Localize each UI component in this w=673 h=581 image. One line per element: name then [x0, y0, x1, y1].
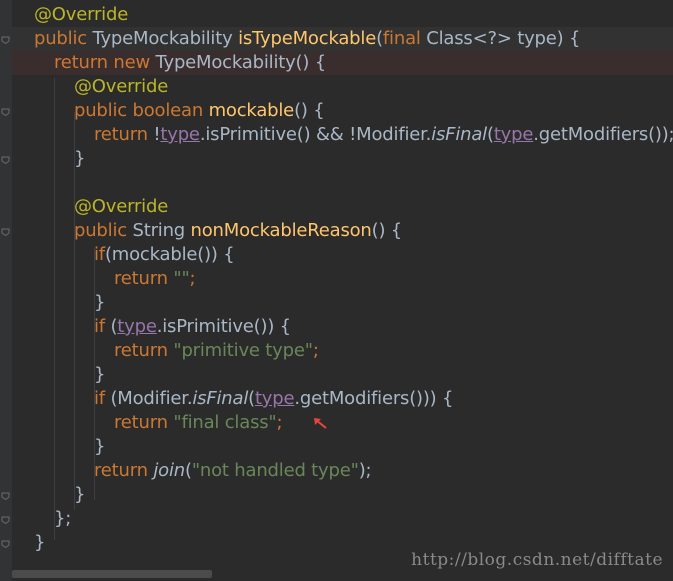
code-token: type	[117, 316, 157, 337]
code-token: (mockable()) {	[104, 244, 235, 265]
code-token: (	[376, 28, 383, 49]
code-line[interactable]: }	[12, 483, 673, 507]
code-token: return	[114, 340, 174, 361]
code-token: ""	[173, 268, 190, 289]
code-token: };	[54, 508, 72, 529]
code-token: (	[486, 124, 494, 145]
code-token: if	[94, 316, 111, 337]
code-token: join	[153, 460, 185, 481]
code-line[interactable]: public TypeMockability isTypeMockable(fi…	[12, 27, 673, 51]
fold-marker-icon[interactable]	[1, 539, 10, 548]
code-token: public boolean	[74, 100, 209, 121]
fold-marker-icon[interactable]	[1, 107, 10, 116]
code-token: }	[94, 292, 106, 313]
code-token: () {	[294, 100, 325, 121]
code-token: if	[94, 388, 111, 409]
code-token: nonMockableReason	[190, 220, 372, 241]
code-token: ;	[189, 268, 196, 289]
code-line[interactable]: };	[12, 507, 673, 531]
code-line[interactable]: @Override	[12, 75, 673, 99]
fold-marker-icon[interactable]	[1, 227, 10, 236]
code-token: isFinal	[192, 388, 249, 409]
code-token: type	[160, 124, 200, 145]
code-token: );	[358, 460, 372, 481]
code-token: .isPrimitive() && !Modifier.	[199, 124, 432, 145]
code-token: }	[94, 436, 106, 457]
code-token: return	[94, 460, 154, 481]
code-token: TypeMockability() {	[155, 52, 327, 73]
code-token: (	[184, 460, 192, 481]
code-token: ;	[312, 340, 319, 361]
indent-guide	[74, 112, 75, 510]
code-line[interactable]: }	[12, 147, 673, 171]
code-token: TypeMockability	[92, 28, 239, 49]
code-line[interactable]: return "";	[12, 267, 673, 291]
code-token: "not handled type"	[191, 460, 359, 481]
code-token: .getModifiers())) {	[294, 388, 454, 409]
code-token: (Modifier.	[110, 388, 193, 409]
code-line[interactable]: return new TypeMockability() {	[12, 51, 673, 75]
code-token: type	[493, 124, 534, 145]
code-line[interactable]: return "primitive type";	[12, 339, 673, 363]
code-token: }	[94, 364, 106, 385]
code-token: (	[248, 388, 255, 409]
horizontal-scrollbar[interactable]	[12, 570, 212, 578]
code-token: isTypeMockable	[238, 28, 377, 49]
code-token: public	[34, 28, 93, 49]
code-line[interactable]: }	[12, 363, 673, 387]
code-line[interactable]: return join("not handled type");	[12, 459, 673, 483]
code-line[interactable]: @Override	[12, 3, 673, 27]
code-line[interactable]: return "final class";	[12, 411, 673, 435]
indent-guide	[54, 78, 55, 540]
code-token: }	[74, 484, 86, 505]
code-editor[interactable]: @Override public TypeMockability isTypeMo…	[12, 0, 673, 581]
code-token: ;	[276, 412, 283, 433]
code-token: }	[34, 532, 46, 553]
code-token: if	[94, 244, 105, 265]
code-token: return	[114, 268, 174, 289]
code-token: .getModifiers());	[533, 124, 673, 145]
code-token: public	[74, 220, 133, 241]
code-token: String	[132, 220, 191, 241]
code-line[interactable]: @Override	[12, 195, 673, 219]
code-line[interactable]: if(mockable()) {	[12, 243, 673, 267]
code-token: Class<?> type) {	[426, 28, 581, 49]
code-token: @Override	[74, 76, 169, 97]
red-arrow-icon	[314, 418, 327, 429]
code-line[interactable]: }	[12, 291, 673, 315]
code-token: return	[114, 412, 174, 433]
code-token: }	[74, 148, 86, 169]
code-line[interactable]: if (Modifier.isFinal(type.getModifiers()…	[12, 387, 673, 411]
code-line[interactable]: public boolean mockable() {	[12, 99, 673, 123]
code-line[interactable]: }	[12, 435, 673, 459]
code-token: @Override	[34, 4, 129, 25]
code-line[interactable]: return !type.isPrimitive() && !Modifier.…	[12, 123, 673, 147]
fold-marker-icon[interactable]	[1, 491, 10, 500]
code-token: () {	[371, 220, 403, 241]
code-token: .isPrimitive()) {	[156, 316, 291, 337]
fold-marker-icon[interactable]	[1, 155, 10, 164]
code-line[interactable]: if (type.isPrimitive()) {	[12, 315, 673, 339]
code-token: type	[254, 388, 295, 409]
code-token: "primitive type"	[173, 340, 313, 361]
code-token: return	[94, 124, 154, 145]
code-token: final	[382, 28, 427, 49]
code-token: @Override	[74, 196, 169, 217]
code-line[interactable]	[12, 171, 673, 195]
fold-marker-icon[interactable]	[1, 515, 10, 524]
watermark: http://blog.csdn.net/difftate	[411, 550, 663, 570]
code-token: mockable	[208, 100, 295, 121]
code-token: isFinal	[431, 124, 487, 145]
code-line[interactable]: public String nonMockableReason() {	[12, 219, 673, 243]
fold-marker-icon[interactable]	[1, 35, 10, 44]
indent-guide	[94, 248, 95, 500]
code-token: return new	[54, 52, 156, 73]
code-token: "final class"	[173, 412, 277, 433]
